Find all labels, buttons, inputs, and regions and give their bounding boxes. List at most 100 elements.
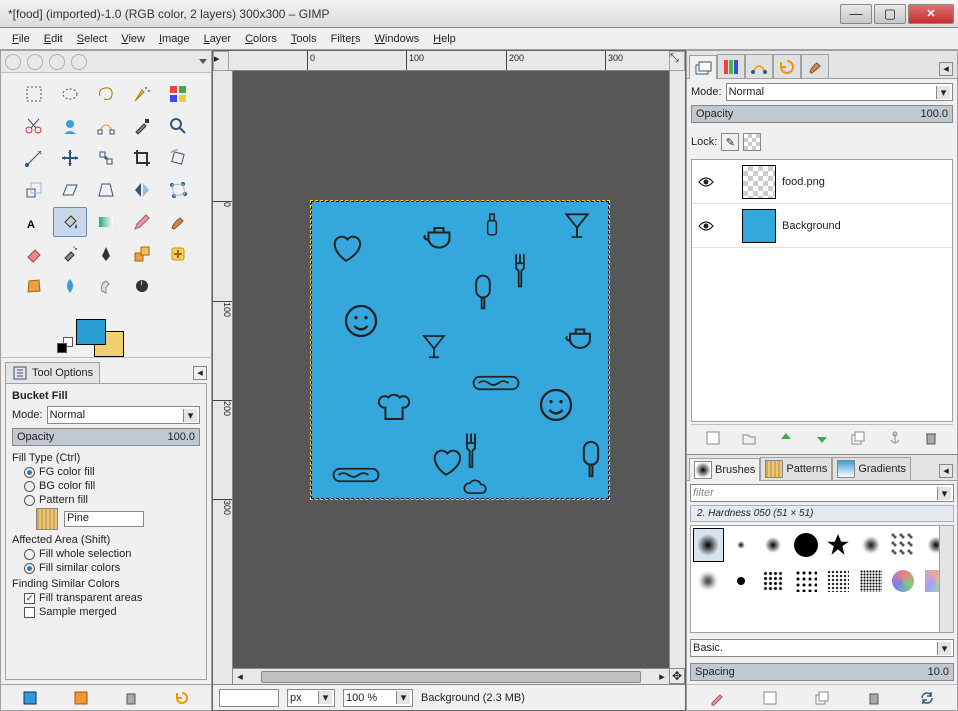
- by-color-select-tool[interactable]: [161, 79, 195, 109]
- color-picker-tool[interactable]: [125, 111, 159, 141]
- delete-brush-icon[interactable]: [866, 690, 882, 706]
- mode-combo[interactable]: Normal▾: [47, 406, 200, 424]
- perspective-tool[interactable]: [89, 175, 123, 205]
- layer-row-food[interactable]: food.png: [692, 160, 952, 204]
- dock-menu-icon[interactable]: ◂: [939, 62, 953, 76]
- crop-tool[interactable]: [125, 143, 159, 173]
- fill-transparent-check[interactable]: Fill transparent areas: [24, 592, 200, 604]
- duplicate-layer-icon[interactable]: [850, 430, 866, 446]
- menu-windows[interactable]: Windows: [369, 31, 426, 47]
- free-select-tool[interactable]: [89, 79, 123, 109]
- eraser-tool[interactable]: [17, 239, 51, 269]
- dock-menu-icon[interactable]: ◂: [939, 464, 953, 478]
- menu-edit[interactable]: Edit: [38, 31, 69, 47]
- bucket-fill-tool[interactable]: [53, 207, 87, 237]
- refresh-brush-icon[interactable]: [919, 690, 935, 706]
- gradients-tab[interactable]: Gradients: [832, 457, 911, 480]
- rect-select-tool[interactable]: [17, 79, 51, 109]
- brush-filter-input[interactable]: filter▾: [690, 484, 954, 502]
- rotate-tool[interactable]: [161, 143, 195, 173]
- menu-colors[interactable]: Colors: [239, 31, 283, 47]
- edit-brush-icon[interactable]: [709, 690, 725, 706]
- paintbrush-tool[interactable]: [161, 207, 195, 237]
- unit-combo[interactable]: px▾: [287, 689, 335, 707]
- fuzzy-select-tool[interactable]: [125, 79, 159, 109]
- perspective-clone-tool[interactable]: [17, 271, 51, 301]
- fill-similar-radio[interactable]: Fill similar colors: [24, 562, 200, 574]
- reset-preset-icon[interactable]: [174, 690, 190, 706]
- layer-name[interactable]: food.png: [782, 176, 825, 188]
- brush-spacing-slider[interactable]: Spacing10.0: [690, 663, 954, 681]
- sample-merged-check[interactable]: Sample merged: [24, 606, 200, 618]
- dodge-burn-tool[interactable]: [125, 271, 159, 301]
- menu-help[interactable]: Help: [427, 31, 462, 47]
- menu-image[interactable]: Image: [153, 31, 196, 47]
- delete-preset-icon[interactable]: [123, 690, 139, 706]
- patterns-tab[interactable]: Patterns: [760, 457, 832, 480]
- measure-tool[interactable]: [17, 143, 51, 173]
- blur-tool[interactable]: [53, 271, 87, 301]
- foreground-select-tool[interactable]: [53, 111, 87, 141]
- menu-file[interactable]: File: [6, 31, 36, 47]
- new-layer-icon[interactable]: [705, 430, 721, 446]
- restore-preset-icon[interactable]: [73, 690, 89, 706]
- lock-pixels-icon[interactable]: ✎: [721, 133, 739, 151]
- scissor-select-tool[interactable]: [17, 111, 51, 141]
- ruler-corner[interactable]: ▸: [213, 51, 229, 71]
- fg-color-swatch[interactable]: [76, 319, 106, 345]
- brushes-tab[interactable]: Brushes: [689, 458, 760, 481]
- airbrush-tool[interactable]: [53, 239, 87, 269]
- save-preset-icon[interactable]: [22, 690, 38, 706]
- canvas-area[interactable]: [233, 71, 669, 668]
- pattern-fill-radio[interactable]: Pattern fill: [24, 494, 200, 506]
- menu-tools[interactable]: Tools: [285, 31, 323, 47]
- shear-tool[interactable]: [53, 175, 87, 205]
- pencil-tool[interactable]: [125, 207, 159, 237]
- visibility-icon[interactable]: [698, 174, 714, 190]
- brush-editor-tab[interactable]: [801, 54, 829, 78]
- layer-list[interactable]: food.png Background: [691, 159, 953, 422]
- cage-tool[interactable]: [161, 175, 195, 205]
- menu-layer[interactable]: Layer: [198, 31, 238, 47]
- menu-view[interactable]: View: [115, 31, 151, 47]
- layers-tab[interactable]: [689, 55, 717, 79]
- brush-grid[interactable]: [690, 525, 954, 633]
- maximize-button[interactable]: ▢: [874, 4, 906, 24]
- channels-tab[interactable]: [717, 54, 745, 78]
- zoom-tool[interactable]: [161, 111, 195, 141]
- layer-row-background[interactable]: Background: [692, 204, 952, 248]
- dock-menu-icon[interactable]: [199, 59, 207, 64]
- clone-tool[interactable]: [125, 239, 159, 269]
- vertical-scrollbar[interactable]: [669, 71, 685, 668]
- swap-colors-icon[interactable]: [57, 343, 67, 353]
- canvas[interactable]: [311, 201, 609, 499]
- zoom-drag-icon[interactable]: ⤡: [669, 51, 685, 71]
- anchor-layer-icon[interactable]: [887, 430, 903, 446]
- scale-tool[interactable]: [17, 175, 51, 205]
- visibility-icon[interactable]: [698, 218, 714, 234]
- bg-fill-radio[interactable]: BG color fill: [24, 480, 200, 492]
- color-swatches[interactable]: [1, 307, 211, 357]
- ellipse-select-tool[interactable]: [53, 79, 87, 109]
- layer-mode-combo[interactable]: Normal▾: [726, 83, 953, 101]
- horizontal-scrollbar[interactable]: ◂▸: [233, 668, 669, 684]
- menu-select[interactable]: Select: [71, 31, 114, 47]
- close-button[interactable]: ✕: [908, 4, 954, 24]
- duplicate-brush-icon[interactable]: [814, 690, 830, 706]
- align-tool[interactable]: [89, 143, 123, 173]
- brush-preset-combo[interactable]: Basic.▾: [690, 639, 954, 657]
- move-tool[interactable]: [53, 143, 87, 173]
- navigation-corner-icon[interactable]: ✥: [669, 668, 685, 684]
- ink-tool[interactable]: [89, 239, 123, 269]
- paths-tab[interactable]: [745, 54, 773, 78]
- text-tool[interactable]: A: [17, 207, 51, 237]
- flip-tool[interactable]: [125, 175, 159, 205]
- dock-menu-icon[interactable]: ◂: [193, 366, 207, 380]
- fg-fill-radio[interactable]: FG color fill: [24, 466, 200, 478]
- paths-tool[interactable]: [89, 111, 123, 141]
- horizontal-ruler[interactable]: 0 100 200 300: [229, 51, 669, 71]
- undo-history-tab[interactable]: [773, 54, 801, 78]
- tool-options-tab[interactable]: Tool Options: [5, 362, 100, 383]
- pattern-swatch[interactable]: [36, 508, 58, 530]
- opacity-slider[interactable]: Opacity 100.0: [12, 428, 200, 446]
